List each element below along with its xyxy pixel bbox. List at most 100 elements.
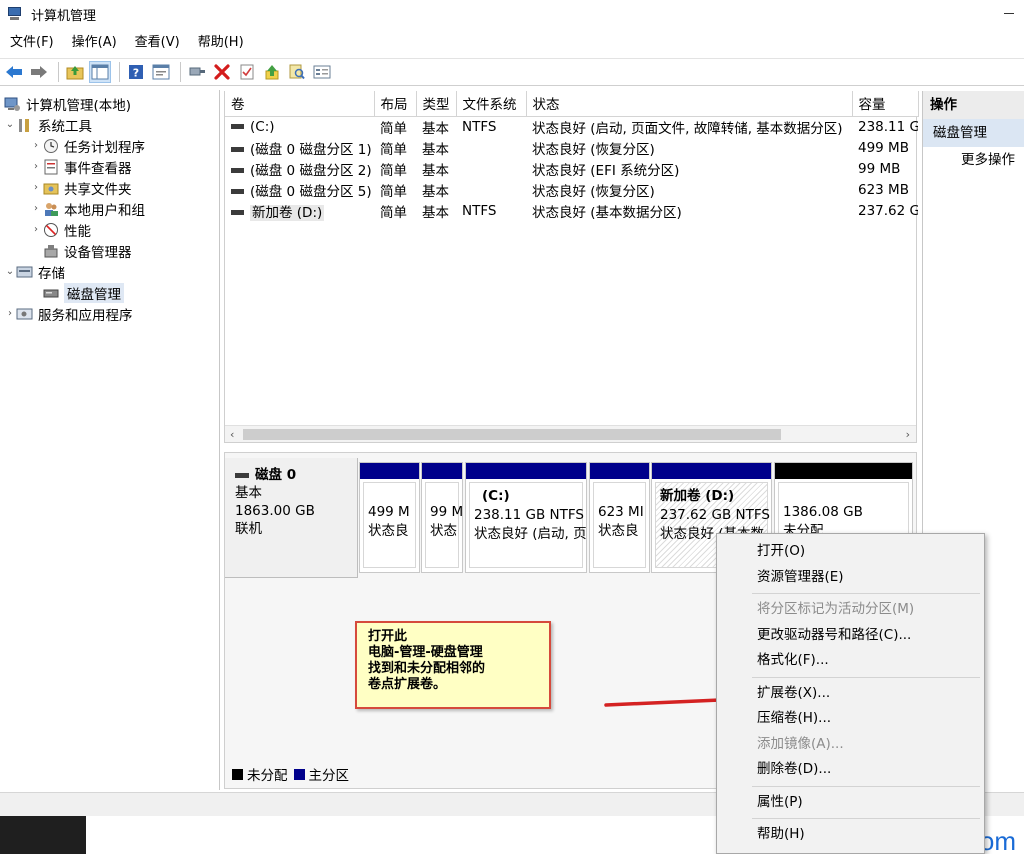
ctx-properties[interactable]: 属性(P) — [717, 790, 984, 816]
ctx-extend-volume[interactable]: 扩展卷(X)... — [717, 681, 984, 707]
chevron-down-icon[interactable]: ⌄ — [4, 119, 16, 130]
menu-file[interactable]: 文件(F) — [0, 32, 63, 54]
disk-0-label[interactable]: 磁盘 0 基本 1863.00 GB 联机 — [225, 458, 358, 578]
chevron-right-icon[interactable]: › — [4, 308, 16, 319]
up-arrow-icon[interactable] — [261, 61, 283, 83]
search-icon[interactable] — [286, 61, 308, 83]
ctx-shrink-volume[interactable]: 压缩卷(H)... — [717, 706, 984, 732]
chevron-right-icon[interactable]: › — [30, 140, 42, 151]
actions-header: 操作 — [923, 91, 1024, 119]
scroll-left-icon[interactable]: ‹ — [230, 426, 234, 443]
col-capacity[interactable]: 容量 — [852, 91, 919, 117]
col-type[interactable]: 类型 — [416, 91, 457, 117]
chevron-right-icon[interactable]: › — [30, 224, 42, 235]
ctx-explorer[interactable]: 资源管理器(E) — [717, 565, 984, 591]
settings-icon[interactable] — [311, 61, 333, 83]
checklist-icon[interactable] — [236, 61, 258, 83]
scroll-right-icon[interactable]: › — [906, 426, 910, 443]
performance-icon — [42, 222, 59, 238]
partition-c[interactable]: (C:) 238.11 GB NTFS 状态良好 (启动, 页 — [465, 462, 587, 573]
back-arrow-icon[interactable] — [3, 61, 25, 83]
table-row[interactable]: (C:) 简单 基本 NTFS 状态良好 (启动, 页面文件, 故障转储, 基本数据… — [225, 116, 918, 137]
chevron-right-icon[interactable]: › — [30, 203, 42, 214]
tree-item-system-tools[interactable]: ⌄ 系统工具 — [0, 114, 219, 135]
computer-management-icon — [7, 6, 25, 22]
unallocated-swatch — [232, 768, 243, 780]
horizontal-scrollbar[interactable]: ‹ › — [225, 425, 916, 442]
tree-item-device-manager[interactable]: 设备管理器 — [0, 240, 219, 261]
users-icon — [42, 201, 59, 217]
services-icon — [16, 306, 33, 322]
tree-item-disk-management[interactable]: 磁盘管理 — [0, 282, 219, 303]
chevron-down-icon[interactable]: ⌄ — [4, 266, 16, 277]
tree-item-performance[interactable]: › 性能 — [0, 219, 219, 240]
tools-icon — [16, 117, 33, 133]
ctx-help[interactable]: 帮助(H) — [717, 822, 984, 848]
chevron-right-icon[interactable]: › — [30, 182, 42, 193]
volume-icon — [231, 147, 244, 152]
partition-efi[interactable]: 99 M 状态 — [421, 462, 463, 573]
title-bar: 计算机管理 — [0, 0, 1024, 28]
delete-icon[interactable] — [211, 61, 233, 83]
tree-item-computer-management[interactable]: 计算机管理(本地) — [0, 93, 219, 114]
more-actions[interactable]: 更多操作 — [923, 147, 1024, 173]
instruction-note: 打开此 电脑-管理-硬盘管理 找到和未分配相邻的 卷点扩展卷。 — [355, 621, 551, 709]
table-header: 卷 布局 类型 文件系统 状态 容量 — [225, 91, 919, 117]
menu-help[interactable]: 帮助(H) — [189, 32, 253, 54]
volume-icon — [231, 168, 244, 173]
navigation-tree: 计算机管理(本地) ⌄ 系统工具 › 任务计划程序 › 事件查看器 › 共享文件… — [0, 90, 220, 790]
help-icon[interactable]: ? — [125, 61, 147, 83]
volume-table: 卷 布局 类型 文件系统 状态 容量 (C:) 简单 基本 NTFS 状态良好 (启… — [225, 91, 919, 221]
ctx-mark-active: 将分区标记为活动分区(M) — [757, 601, 915, 617]
tree-item-storage[interactable]: ⌄ 存储 — [0, 261, 219, 282]
actions-disk-management[interactable]: 磁盘管理 — [923, 119, 1024, 147]
ctx-delete-volume[interactable]: 删除卷(D)... — [717, 757, 984, 783]
partition-recovery-5[interactable]: 623 MI 状态良 — [589, 462, 650, 573]
partition-recovery-1[interactable]: 499 M 状态良 — [359, 462, 420, 573]
minimize-button[interactable] — [1004, 13, 1014, 14]
table-row[interactable]: (磁盘 0 磁盘分区 2) 简单 基本 状态良好 (EFI 系统分区) 99 MB — [225, 158, 918, 179]
col-volume[interactable]: 卷 — [225, 91, 375, 117]
ctx-format[interactable]: 格式化(F)... — [717, 648, 984, 674]
disk-icon — [235, 472, 249, 478]
show-hide-tree-icon[interactable] — [89, 61, 111, 83]
ctx-change-letter[interactable]: 更改驱动器号和路径(C)... — [717, 623, 984, 649]
disk-legend: 未分配 主分区 — [232, 764, 349, 784]
tree-item-services[interactable]: › 服务和应用程序 — [0, 303, 219, 324]
menu-bar: 文件(F) 操作(A) 查看(V) 帮助(H) — [0, 32, 253, 54]
toolbar: ? — [0, 58, 1024, 86]
table-row[interactable]: 新加卷 (D:) 简单 基本 NTFS 状态良好 (基本数据分区) 237.62 G — [225, 200, 918, 221]
device-manager-icon — [42, 243, 59, 259]
tree-item-task-scheduler[interactable]: › 任务计划程序 — [0, 135, 219, 156]
tree-item-event-viewer[interactable]: › 事件查看器 — [0, 156, 219, 177]
tree-item-shared-folders[interactable]: › 共享文件夹 — [0, 177, 219, 198]
col-layout[interactable]: 布局 — [374, 91, 417, 117]
storage-icon — [16, 264, 33, 280]
connect-icon[interactable] — [186, 61, 208, 83]
col-status[interactable]: 状态 — [526, 91, 853, 117]
chevron-right-icon[interactable]: › — [30, 161, 42, 172]
ctx-open[interactable]: 打开(O) — [717, 539, 984, 565]
volume-list: 卷 布局 类型 文件系统 状态 容量 (C:) 简单 基本 NTFS 状态良好 (启… — [224, 91, 919, 443]
computer-management-icon — [4, 96, 21, 112]
menu-view[interactable]: 查看(V) — [126, 32, 189, 54]
tree-item-local-users[interactable]: › 本地用户和组 — [0, 198, 219, 219]
event-log-icon — [42, 159, 59, 175]
disk-icon — [42, 285, 59, 301]
context-menu: 打开(O) 资源管理器(E) 将分区标记为活动分区(M) 更改驱动器号和路径(C… — [716, 533, 985, 854]
table-row[interactable]: (磁盘 0 磁盘分区 1) 简单 基本 状态良好 (恢复分区) 499 MB — [225, 137, 918, 158]
col-filesystem[interactable]: 文件系统 — [456, 91, 527, 117]
table-row[interactable]: (磁盘 0 磁盘分区 5) 简单 基本 状态良好 (恢复分区) 623 MB — [225, 179, 918, 200]
primary-swatch — [293, 768, 305, 780]
up-folder-icon[interactable] — [64, 61, 86, 83]
forward-arrow-icon[interactable] — [28, 61, 50, 83]
properties-view-icon[interactable] — [150, 61, 172, 83]
window-title: 计算机管理 — [31, 8, 97, 24]
svg-text:?: ? — [133, 67, 139, 80]
menu-action[interactable]: 操作(A) — [63, 32, 126, 54]
volume-icon — [231, 210, 244, 215]
scrollbar-thumb[interactable] — [243, 429, 781, 440]
ctx-add-mirror: 添加镜像(A)... — [757, 735, 844, 752]
computer-management-window: 计算机管理 文件(F) 操作(A) 查看(V) 帮助(H) ? 计算机管理(本地… — [0, 0, 1024, 854]
clock-icon — [42, 138, 59, 154]
